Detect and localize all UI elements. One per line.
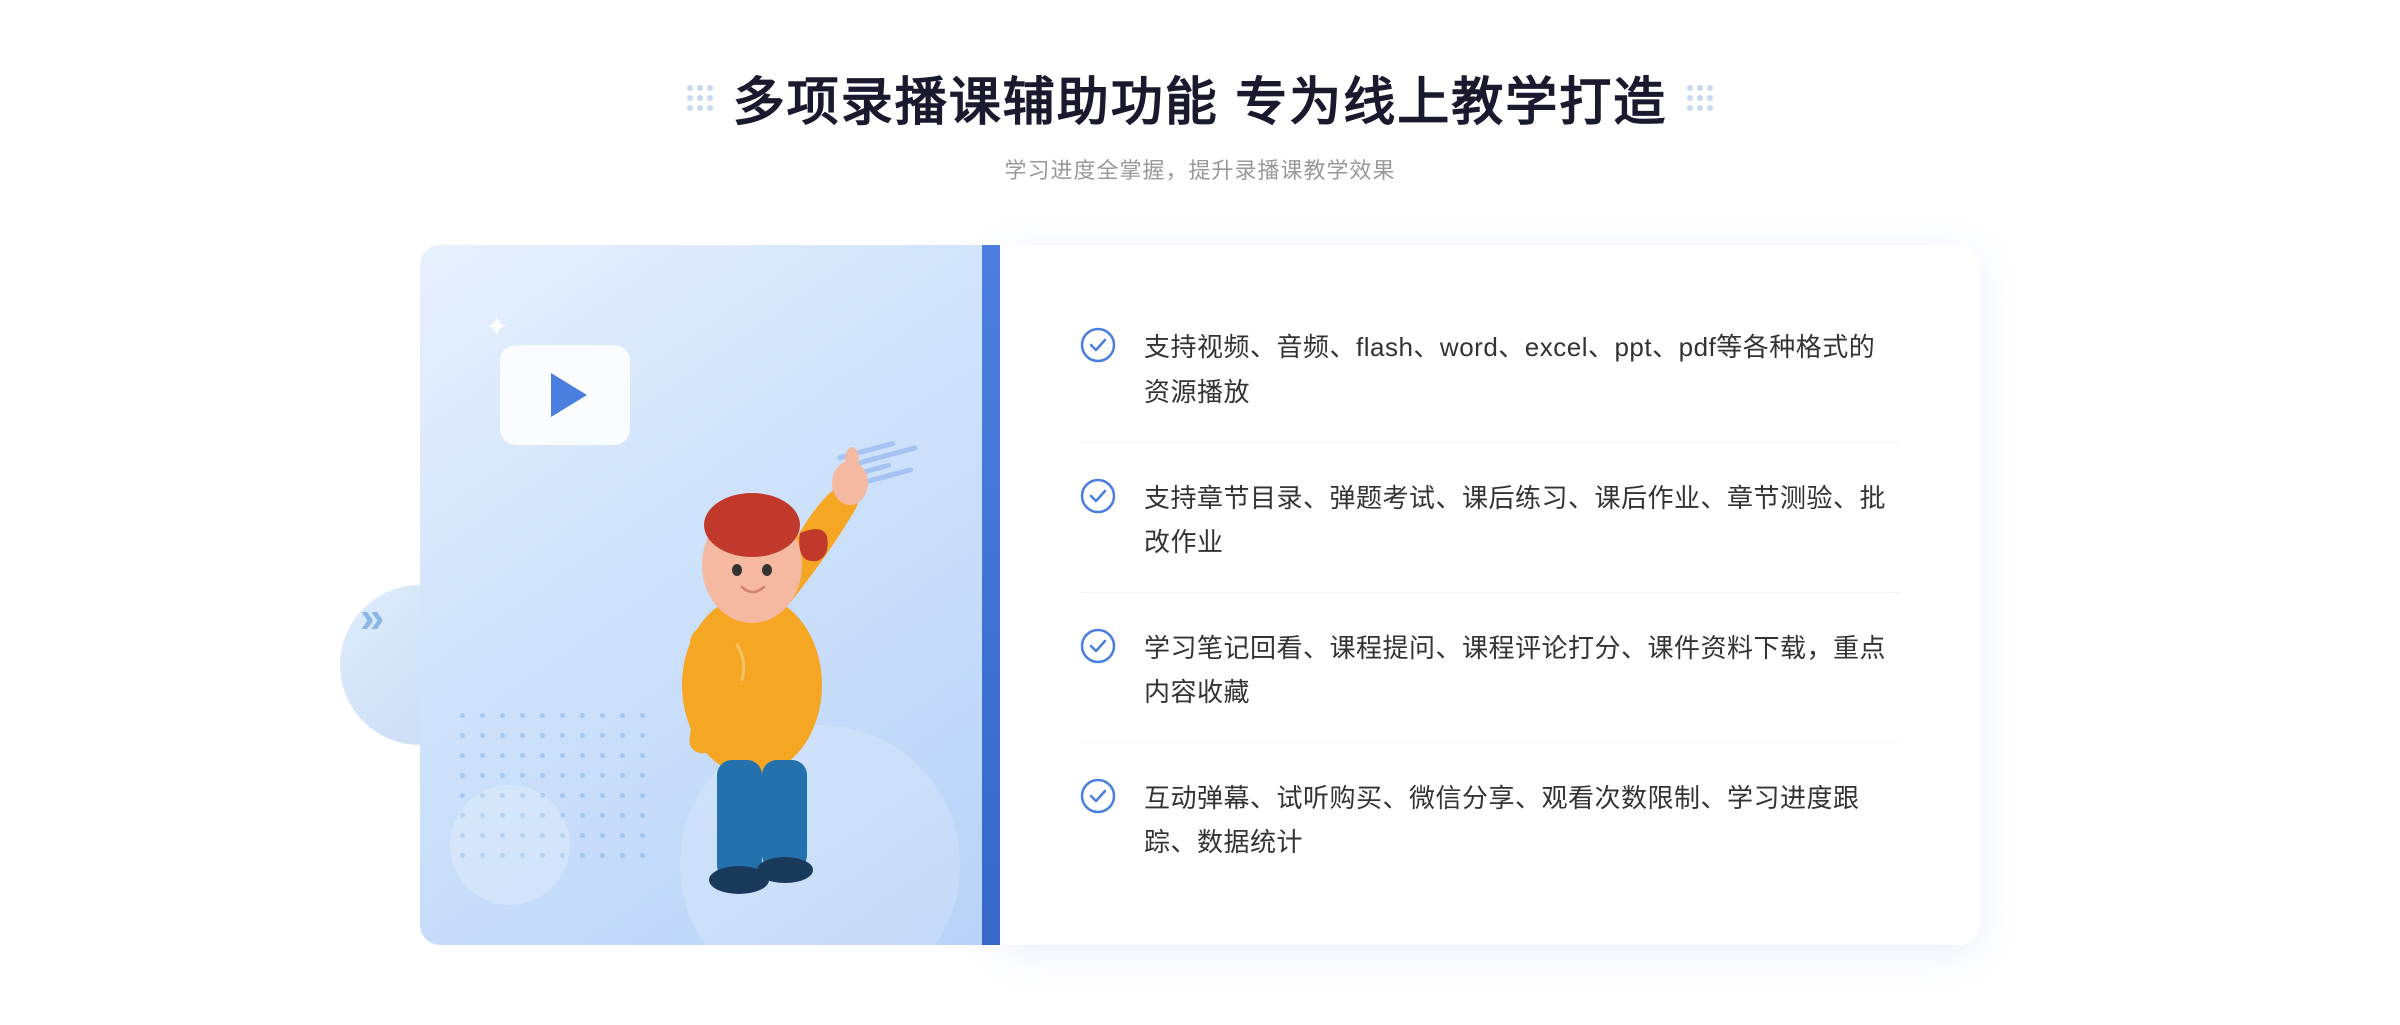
character-illustration bbox=[542, 365, 962, 945]
header-section: 多项录播课辅助功能 专为线上教学打造 学习进度全掌握，提升录播课教学效果 bbox=[687, 60, 1713, 185]
feature-text-2: 支持章节目录、弹题考试、课后练习、课后作业、章节测验、批改作业 bbox=[1144, 476, 1900, 564]
feature-item-2: 支持章节目录、弹题考试、课后练习、课后作业、章节测验、批改作业 bbox=[1080, 448, 1900, 593]
title-row: 多项录播课辅助功能 专为线上教学打造 bbox=[687, 60, 1713, 135]
dots-decoration-right bbox=[1687, 85, 1713, 111]
page-subtitle: 学习进度全掌握，提升录播课教学效果 bbox=[1004, 153, 1395, 185]
feature-item-3: 学习笔记回看、课程提问、课程评论打分、课件资料下载，重点内容收藏 bbox=[1080, 598, 1900, 743]
feature-text-3: 学习笔记回看、课程提问、课程评论打分、课件资料下载，重点内容收藏 bbox=[1144, 626, 1900, 714]
check-icon-4 bbox=[1080, 778, 1116, 814]
left-arrow-decoration: » bbox=[360, 593, 384, 643]
blue-vertical-bar bbox=[982, 245, 1000, 945]
content-section: ✦ bbox=[420, 245, 1980, 945]
dots-decoration-left bbox=[687, 85, 713, 111]
feature-item-4: 互动弹幕、试听购买、微信分享、观看次数限制、学习进度跟踪、数据统计 bbox=[1080, 748, 1900, 892]
page-title: 多项录播课辅助功能 专为线上教学打造 bbox=[733, 60, 1667, 135]
features-area: 支持视频、音频、flash、word、excel、ppt、pdf等各种格式的资源… bbox=[1000, 245, 1980, 945]
check-icon-2 bbox=[1080, 478, 1116, 514]
illustration-area: ✦ bbox=[420, 245, 1000, 945]
feature-text-1: 支持视频、音频、flash、word、excel、ppt、pdf等各种格式的资源… bbox=[1144, 325, 1900, 413]
feature-text-4: 互动弹幕、试听购买、微信分享、观看次数限制、学习进度跟踪、数据统计 bbox=[1144, 776, 1900, 864]
check-icon-3 bbox=[1080, 628, 1116, 664]
sparkle-decoration: ✦ bbox=[485, 310, 508, 343]
page-wrapper: 多项录播课辅助功能 专为线上教学打造 学习进度全掌握，提升录播课教学效果 ✦ bbox=[0, 0, 2400, 1025]
feature-item-1: 支持视频、音频、flash、word、excel、ppt、pdf等各种格式的资源… bbox=[1080, 297, 1900, 442]
check-icon-1 bbox=[1080, 327, 1116, 363]
